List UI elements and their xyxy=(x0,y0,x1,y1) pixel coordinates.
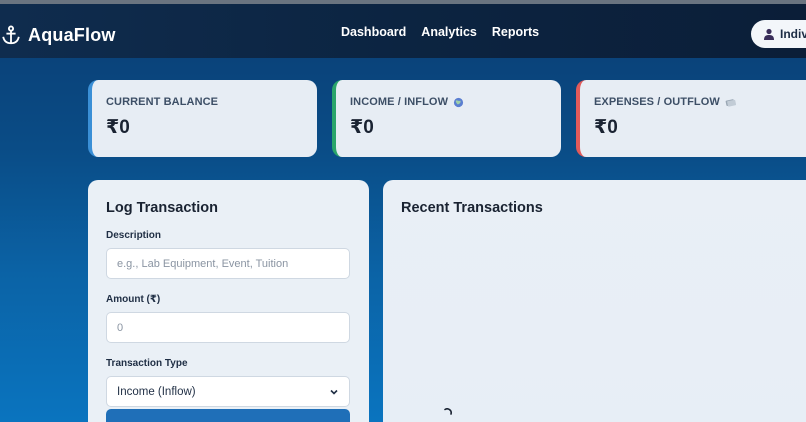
expense-label-text: EXPENSES / OUTFLOW xyxy=(594,96,720,108)
balance-value: ₹0 xyxy=(106,117,130,138)
log-transaction-panel: Log Transaction Description Amount (₹) T… xyxy=(88,180,369,422)
expense-value: ₹0 xyxy=(594,117,618,138)
recent-transactions-title: Recent Transactions xyxy=(401,200,543,216)
user-label: Indiv xyxy=(780,27,806,41)
income-value: ₹0 xyxy=(350,117,374,138)
nav-reports[interactable]: Reports xyxy=(492,25,539,39)
user-menu-button[interactable]: Indiv xyxy=(751,20,806,48)
chevron-down-icon xyxy=(330,389,338,395)
nav-links: Dashboard Analytics Reports xyxy=(341,25,539,39)
amount-label: Amount (₹) xyxy=(106,294,161,305)
globe-icon xyxy=(453,97,464,107)
recent-transactions-panel: Recent Transactions xyxy=(383,180,806,422)
brand-name: AquaFlow xyxy=(28,24,116,45)
amount-input[interactable] xyxy=(106,312,350,343)
nav-analytics[interactable]: Analytics xyxy=(421,25,477,39)
transaction-type-value: Income (Inflow) xyxy=(117,385,196,398)
income-label-text: INCOME / INFLOW xyxy=(350,96,449,108)
description-label: Description xyxy=(106,230,162,241)
balance-label: CURRENT BALANCE xyxy=(106,96,303,108)
nav-dashboard[interactable]: Dashboard xyxy=(341,25,406,39)
anchor-icon xyxy=(2,25,20,45)
transaction-type-label: Transaction Type xyxy=(106,358,188,369)
description-input[interactable] xyxy=(106,248,350,279)
navbar: AquaFlow Dashboard Analytics Reports Ind… xyxy=(0,4,806,58)
money-icon xyxy=(725,98,736,107)
log-transaction-title: Log Transaction xyxy=(106,200,218,216)
expenses-card: EXPENSES / OUTFLOW ₹0 xyxy=(576,80,806,157)
submit-transaction-button[interactable] xyxy=(106,409,350,422)
balance-label-text: CURRENT BALANCE xyxy=(106,96,219,108)
brand[interactable]: AquaFlow xyxy=(0,22,116,48)
current-balance-card: CURRENT BALANCE ₹0 xyxy=(88,80,317,157)
transaction-type-select[interactable]: Income (Inflow) xyxy=(106,376,350,407)
expense-label: EXPENSES / OUTFLOW xyxy=(594,96,802,108)
loading-spinner-icon xyxy=(444,408,452,415)
income-label: INCOME / INFLOW xyxy=(350,96,547,108)
user-icon xyxy=(764,28,774,40)
income-card: INCOME / INFLOW ₹0 xyxy=(332,80,561,157)
